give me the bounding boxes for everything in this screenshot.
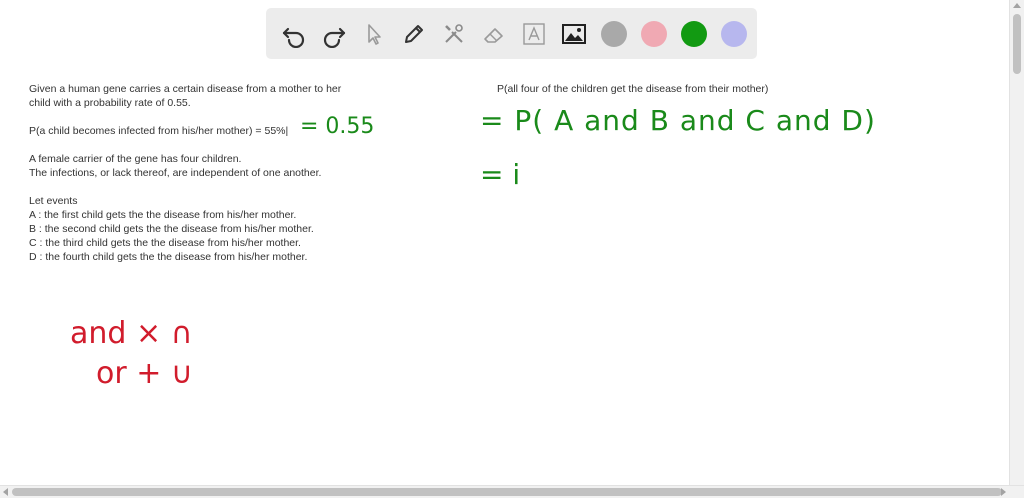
pen-button[interactable] <box>394 14 434 54</box>
horizontal-scroll-thumb[interactable] <box>12 488 1002 496</box>
handwritten-and-note: and × ∩ <box>70 316 193 351</box>
event-a: A : the first child gets the the disease… <box>29 209 297 221</box>
drawing-toolbar <box>266 8 757 59</box>
problem-line-1: Given a human gene carries a certain dis… <box>29 83 342 95</box>
eraser-button[interactable] <box>474 14 514 54</box>
image-button[interactable] <box>554 14 594 54</box>
undo-icon <box>282 27 305 48</box>
text-box-button[interactable] <box>514 14 554 54</box>
tools-button[interactable] <box>434 14 474 54</box>
handwritten-value: = 0.55 <box>300 114 375 139</box>
redo-icon <box>323 27 346 48</box>
carrier-line-1: A female carrier of the gene has four ch… <box>29 153 242 165</box>
probability-statement: P(a child becomes infected from his/her … <box>29 125 289 137</box>
event-c: C : the third child gets the the disease… <box>29 237 301 249</box>
scroll-right-icon[interactable] <box>1001 488 1006 496</box>
pointer-icon <box>368 23 381 45</box>
text-box-icon <box>523 22 545 45</box>
horizontal-scrollbar[interactable] <box>0 485 1024 498</box>
handwritten-next-line: = i <box>480 158 521 191</box>
undo-button[interactable] <box>274 14 314 54</box>
events-title: Let events <box>29 195 78 207</box>
pointer-button[interactable] <box>354 14 394 54</box>
carrier-line-2: The infections, or lack thereof, are ind… <box>29 167 322 179</box>
right-header: P(all four of the children get the disea… <box>497 83 769 95</box>
vertical-scroll-thumb[interactable] <box>1013 14 1021 74</box>
problem-line-2: child with a probability rate of 0.55. <box>29 97 191 109</box>
handwritten-probability-equation: = P( A and B and C and D) <box>480 104 876 137</box>
handwritten-or-note: or + ∪ <box>96 356 193 391</box>
vertical-scrollbar[interactable] <box>1009 0 1024 486</box>
color-swatch-pink[interactable] <box>641 20 667 47</box>
color-swatch-lavender[interactable] <box>721 20 747 47</box>
color-swatch-green[interactable] <box>681 20 707 47</box>
redo-button[interactable] <box>314 14 354 54</box>
color-swatch-gray[interactable] <box>601 20 627 47</box>
image-icon <box>562 23 586 44</box>
scroll-left-icon[interactable] <box>3 488 8 496</box>
pen-icon <box>405 24 423 43</box>
scroll-up-icon[interactable] <box>1013 3 1021 8</box>
event-b: B : the second child gets the the diseas… <box>29 223 314 235</box>
event-d: D : the fourth child gets the the diseas… <box>29 251 308 263</box>
eraser-icon <box>484 27 503 43</box>
tools-icon <box>445 23 463 43</box>
